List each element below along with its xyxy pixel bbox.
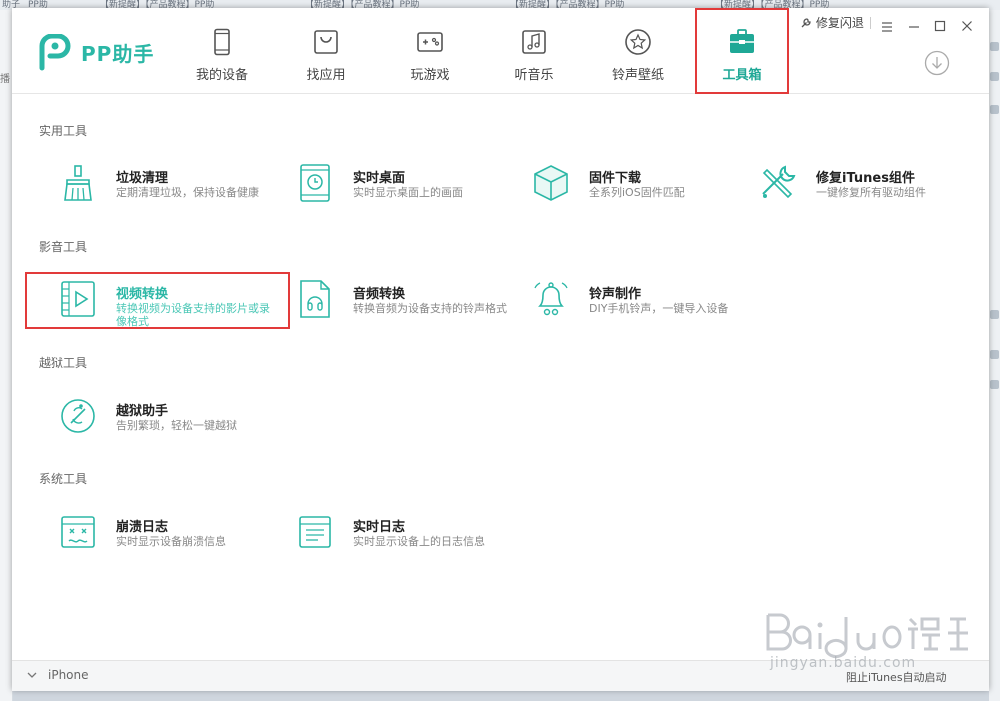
broom-icon (64, 165, 92, 201)
wrench-icon (762, 165, 796, 199)
tool-realtime-log[interactable]: 实时日志 实时显示设备上的日志信息 (280, 507, 510, 559)
repair-crash-button[interactable]: 修复闪退 (800, 14, 864, 32)
cube-icon (534, 165, 568, 201)
tool-desc: 一键修复所有驱动组件 (816, 186, 926, 199)
nav-label: 听音乐 (514, 68, 554, 83)
app-header: PP助手 我的设备 找应用 玩游戏 听音乐 铃声壁纸 工具箱 修复闪退 (12, 8, 989, 94)
tool-repair-itunes[interactable]: 修复iTunes组件 一键修复所有驱动组件 (743, 158, 973, 210)
tool-jailbreak-assistant[interactable]: 越狱助手 告别繁琐，轻松一键越狱 (43, 391, 273, 443)
nav-find-apps[interactable]: 找应用 (274, 26, 378, 90)
nav-my-device[interactable]: 我的设备 (170, 26, 274, 90)
tool-desc: 转换音频为设备支持的铃声格式 (353, 302, 507, 315)
section-title-system: 系统工具 (39, 472, 88, 486)
gamepad-icon (417, 32, 443, 52)
tool-firmware-download[interactable]: 固件下载 全系列iOS固件匹配 (516, 158, 746, 210)
jailbreak-icon (61, 399, 95, 433)
maximize-icon[interactable] (934, 17, 946, 35)
background-right-strip (989, 10, 1000, 701)
nav-ringtone-wallpaper[interactable]: 铃声壁纸 (586, 26, 690, 90)
tool-desc: 告别繁琐，轻松一键越狱 (116, 419, 237, 432)
app-window: PP助手 我的设备 找应用 玩游戏 听音乐 铃声壁纸 工具箱 修复闪退 实用工具… (12, 8, 989, 691)
tool-name: 实时日志 (353, 520, 406, 535)
tool-desc: 定期清理垃圾，保持设备健康 (116, 186, 259, 199)
tool-name: 音频转换 (353, 287, 406, 302)
toolbox-content: 实用工具 垃圾清理 定期清理垃圾，保持设备健康 实时桌面 实时显示桌面上的画面 … (12, 94, 989, 660)
background-text: 播 (0, 74, 10, 85)
tool-name: 垃圾清理 (116, 171, 169, 186)
close-icon[interactable] (961, 17, 973, 35)
repair-label: 修复闪退 (815, 16, 864, 30)
nav-label: 铃声壁纸 (611, 68, 664, 83)
nav-play-games[interactable]: 玩游戏 (378, 26, 482, 90)
section-title-media: 影音工具 (39, 240, 88, 254)
star-icon (625, 29, 651, 55)
section-title-utility: 实用工具 (39, 124, 88, 138)
nav-label: 玩游戏 (410, 68, 450, 83)
tool-crash-log[interactable]: 崩溃日志 实时显示设备崩溃信息 (43, 507, 273, 559)
tool-name: 修复iTunes组件 (816, 171, 915, 186)
tool-desc: 实时显示设备崩溃信息 (116, 535, 226, 548)
tool-desc: 实时显示桌面上的画面 (353, 186, 463, 199)
device-name: iPhone (48, 668, 89, 682)
realtime-log-icon (299, 516, 331, 548)
baidu-watermark-logo (766, 613, 968, 658)
tool-ringtone-maker[interactable]: 铃声制作 DIY手机铃声，一键导入设备 (516, 274, 746, 326)
section-title-jailbreak: 越狱工具 (39, 356, 88, 370)
download-icon[interactable] (924, 50, 950, 76)
minimize-icon[interactable] (908, 18, 920, 36)
highlight-box-video-convert (25, 272, 290, 329)
wrench-small-icon (801, 18, 811, 28)
crash-log-icon (61, 516, 95, 548)
chevron-down-icon[interactable] (26, 669, 38, 681)
audio-file-icon (300, 280, 330, 318)
divider (870, 17, 871, 29)
tool-desc: 全系列iOS固件匹配 (589, 186, 685, 199)
nav-music[interactable]: 听音乐 (482, 26, 586, 90)
nav-label: 找应用 (306, 68, 346, 83)
bell-icon (534, 282, 568, 316)
nav-label: 我的设备 (195, 68, 248, 83)
pp-logo-icon (39, 34, 71, 71)
tool-name: 崩溃日志 (116, 520, 169, 535)
tool-junk-clean[interactable]: 垃圾清理 定期清理垃圾，保持设备健康 (43, 158, 273, 210)
tool-name: 越狱助手 (116, 404, 169, 419)
tool-name: 固件下载 (589, 171, 642, 186)
watermark-text: jingyan.baidu.com (770, 655, 917, 671)
phone-icon (214, 28, 230, 56)
tool-name: 铃声制作 (589, 287, 642, 302)
bag-icon (314, 30, 338, 54)
tool-name: 实时桌面 (353, 171, 406, 186)
highlight-box-toolbox (695, 8, 789, 94)
tool-realtime-desktop[interactable]: 实时桌面 实时显示桌面上的画面 (280, 158, 510, 210)
music-icon (522, 30, 546, 54)
tablet-clock-icon (300, 164, 330, 202)
brand-name: PP助手 (81, 42, 155, 66)
hamburger-icon[interactable] (881, 18, 893, 36)
tool-desc: 实时显示设备上的日志信息 (353, 535, 485, 548)
tool-desc: DIY手机铃声，一键导入设备 (589, 302, 729, 315)
tool-audio-convert[interactable]: 音频转换 转换音频为设备支持的铃声格式 (280, 274, 510, 326)
